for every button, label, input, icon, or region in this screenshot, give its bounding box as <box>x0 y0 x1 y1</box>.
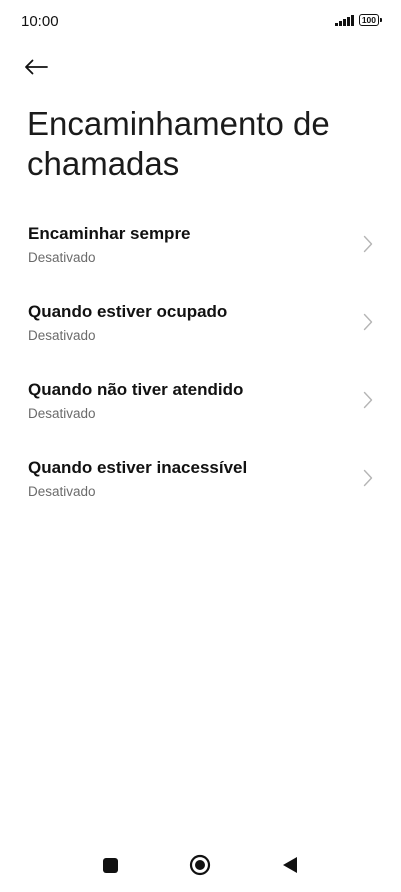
back-button[interactable] <box>24 52 58 82</box>
list-item-when-unanswered[interactable]: Quando não tiver atendido Desativado <box>0 368 401 446</box>
list-item-title: Quando não tiver atendido <box>28 380 244 399</box>
navigation-bar <box>0 840 401 892</box>
chevron-right-icon <box>363 313 373 331</box>
home-button[interactable] <box>185 850 215 880</box>
square-recents-icon <box>102 857 118 873</box>
status-time: 10:00 <box>21 13 59 30</box>
page-title: Encaminhamento de chamadas <box>27 105 330 182</box>
chevron-right-icon <box>363 391 373 409</box>
list-item-title: Encaminhar sempre <box>28 224 191 243</box>
recents-button[interactable] <box>95 850 125 880</box>
list-item-when-busy[interactable]: Quando estiver ocupado Desativado <box>0 290 401 368</box>
chevron-right-icon <box>363 235 373 253</box>
settings-list: Encaminhar sempre Desativado Quando esti… <box>0 212 401 524</box>
status-bar: 10:00 100 <box>0 0 401 44</box>
list-item-always-forward[interactable]: Encaminhar sempre Desativado <box>0 212 401 290</box>
battery-level: 100 <box>361 15 376 25</box>
list-item-status: Desativado <box>28 328 96 343</box>
nav-back-button[interactable] <box>275 850 305 880</box>
triangle-back-icon <box>283 857 297 873</box>
list-item-status: Desativado <box>28 484 96 499</box>
list-item-status: Desativado <box>28 406 96 421</box>
list-item-when-unreachable[interactable]: Quando estiver inacessível Desativado <box>0 446 401 524</box>
circle-home-icon <box>189 854 211 876</box>
arrow-left-icon <box>25 59 48 75</box>
list-item-title: Quando estiver inacessível <box>28 458 248 477</box>
battery-icon: 100 <box>358 14 382 26</box>
chevron-right-icon <box>363 469 373 487</box>
signal-icon <box>335 15 354 26</box>
call-forwarding-screen: 10:00 100 Encaminhamento de chamadas Enc… <box>0 0 401 892</box>
list-item-title: Quando estiver ocupado <box>28 302 228 321</box>
list-item-status: Desativado <box>28 250 96 265</box>
status-icons: 100 <box>335 14 382 26</box>
